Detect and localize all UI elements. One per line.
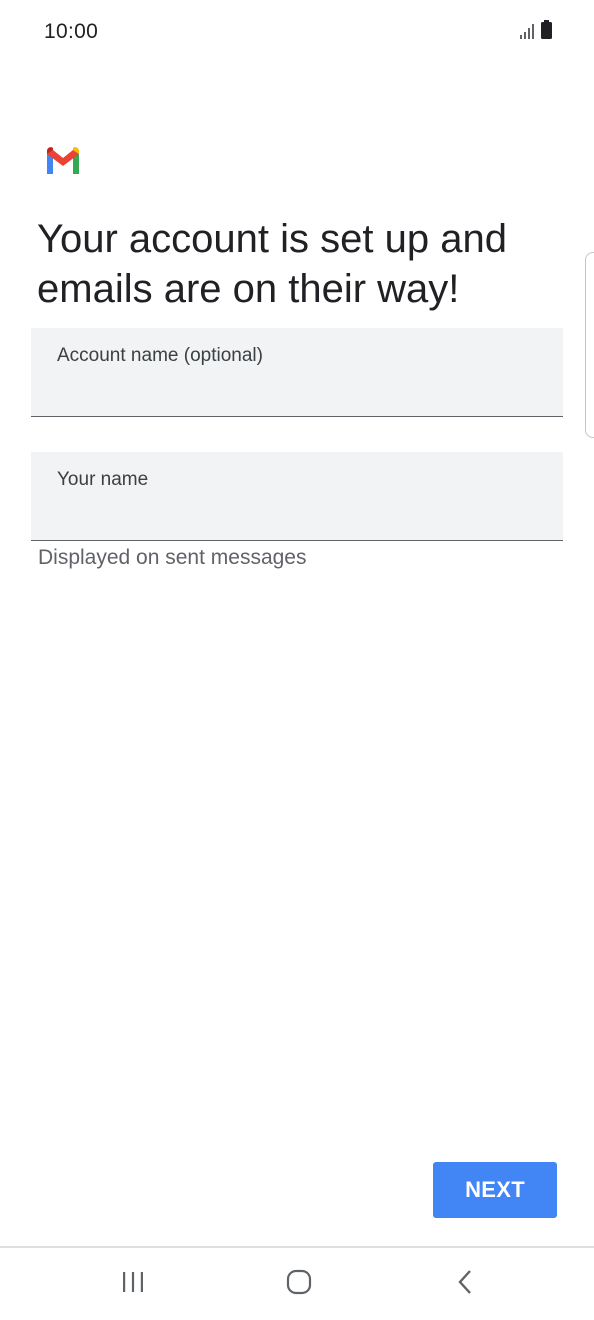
account-name-input[interactable] (57, 376, 547, 406)
page-title: Your account is set up and emails are on… (37, 217, 507, 311)
back-icon (455, 1269, 475, 1300)
home-icon (285, 1268, 313, 1301)
battery-icon (541, 20, 552, 44)
status-time: 10:00 (44, 20, 99, 43)
your-name-label: Your name (57, 469, 149, 490)
status-icons (519, 20, 552, 44)
your-name-field[interactable]: Your name (31, 452, 563, 541)
home-button[interactable] (271, 1264, 327, 1304)
edge-panel-handle[interactable] (585, 252, 594, 438)
status-bar: 10:00 (0, 0, 594, 68)
recents-button[interactable] (105, 1264, 161, 1304)
your-name-input[interactable] (57, 500, 547, 530)
signal-icon (519, 23, 535, 44)
account-name-label: Account name (optional) (57, 345, 263, 366)
next-button[interactable]: NEXT (433, 1162, 557, 1218)
your-name-helper-text: Displayed on sent messages (38, 546, 307, 569)
account-name-field[interactable]: Account name (optional) (31, 328, 563, 417)
navigation-bar (0, 1248, 594, 1320)
gmail-logo-icon (44, 146, 82, 174)
recents-icon (120, 1270, 146, 1299)
back-button[interactable] (437, 1264, 493, 1304)
